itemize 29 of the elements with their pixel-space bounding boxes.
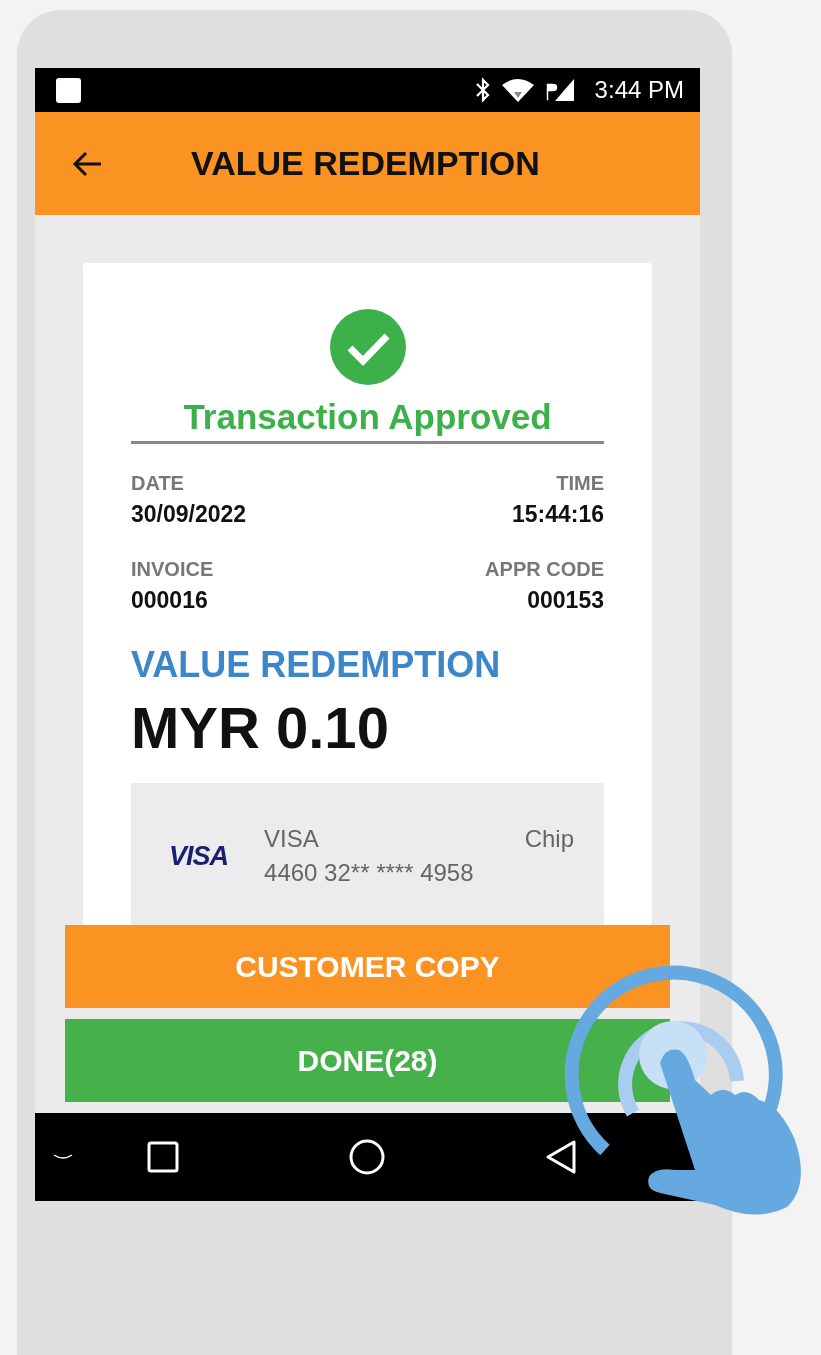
field-label: INVOICE: [131, 558, 215, 581]
screen-title: VALUE REDEMPTION: [191, 144, 540, 183]
check-circle-icon: [329, 309, 406, 385]
card-brand: VISA: [264, 825, 320, 853]
wifi-icon: [500, 77, 535, 103]
field-value: 000153: [527, 587, 604, 614]
field-value: 15:44:16: [511, 501, 604, 528]
field-label: DATE: [131, 472, 185, 495]
card-number: 4460 32** **** 4958: [264, 859, 475, 887]
field-value: 000016: [131, 587, 209, 614]
approval-status: Transaction Approved: [182, 397, 553, 437]
entry-mode: Chip: [524, 825, 574, 853]
field-label: APPR CODE: [485, 558, 604, 581]
transaction-type: VALUE REDEMPTION: [131, 644, 502, 686]
triangle-icon[interactable]: [545, 1139, 577, 1175]
field-value: 30/09/2022: [131, 501, 248, 528]
action-button[interactable]: CUSTOMER COPY: [65, 925, 670, 1008]
notification-icon: [56, 77, 81, 103]
signal-icon: [544, 77, 575, 103]
back-arrow-icon[interactable]: [71, 149, 103, 178]
amount: MYR 0.10: [131, 694, 390, 761]
bluetooth-icon: [474, 77, 491, 103]
status-time: 3:44 PM: [594, 76, 684, 104]
square-icon[interactable]: [147, 1141, 179, 1173]
card-logo: VISA: [169, 841, 229, 872]
circle-icon[interactable]: [349, 1139, 385, 1175]
action-button[interactable]: DONE(28): [65, 1019, 670, 1102]
field-label: TIME: [556, 472, 604, 495]
chevron-down-icon[interactable]: [53, 1153, 73, 1161]
